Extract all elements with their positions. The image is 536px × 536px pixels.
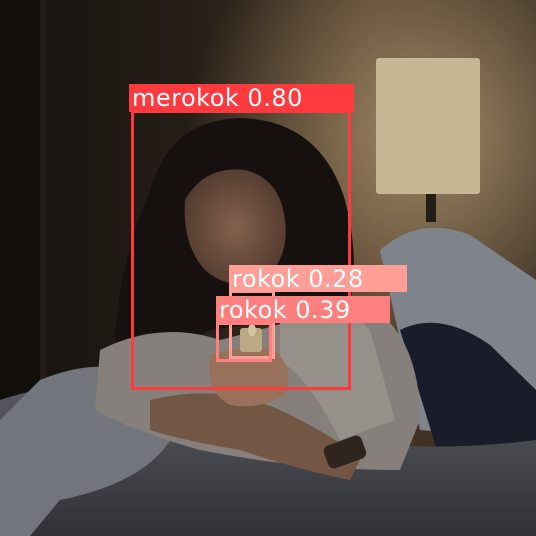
detection-label-rokok-039: rokok 0.39 [216, 296, 390, 323]
detection-label-rokok-028: rokok 0.28 [229, 265, 407, 292]
photo-scene: merokok 0.80 rokok 0.28 rokok 0.39 [0, 0, 536, 536]
detection-box-rokok-039 [216, 322, 272, 362]
detection-label-merokok: merokok 0.80 [129, 84, 354, 112]
